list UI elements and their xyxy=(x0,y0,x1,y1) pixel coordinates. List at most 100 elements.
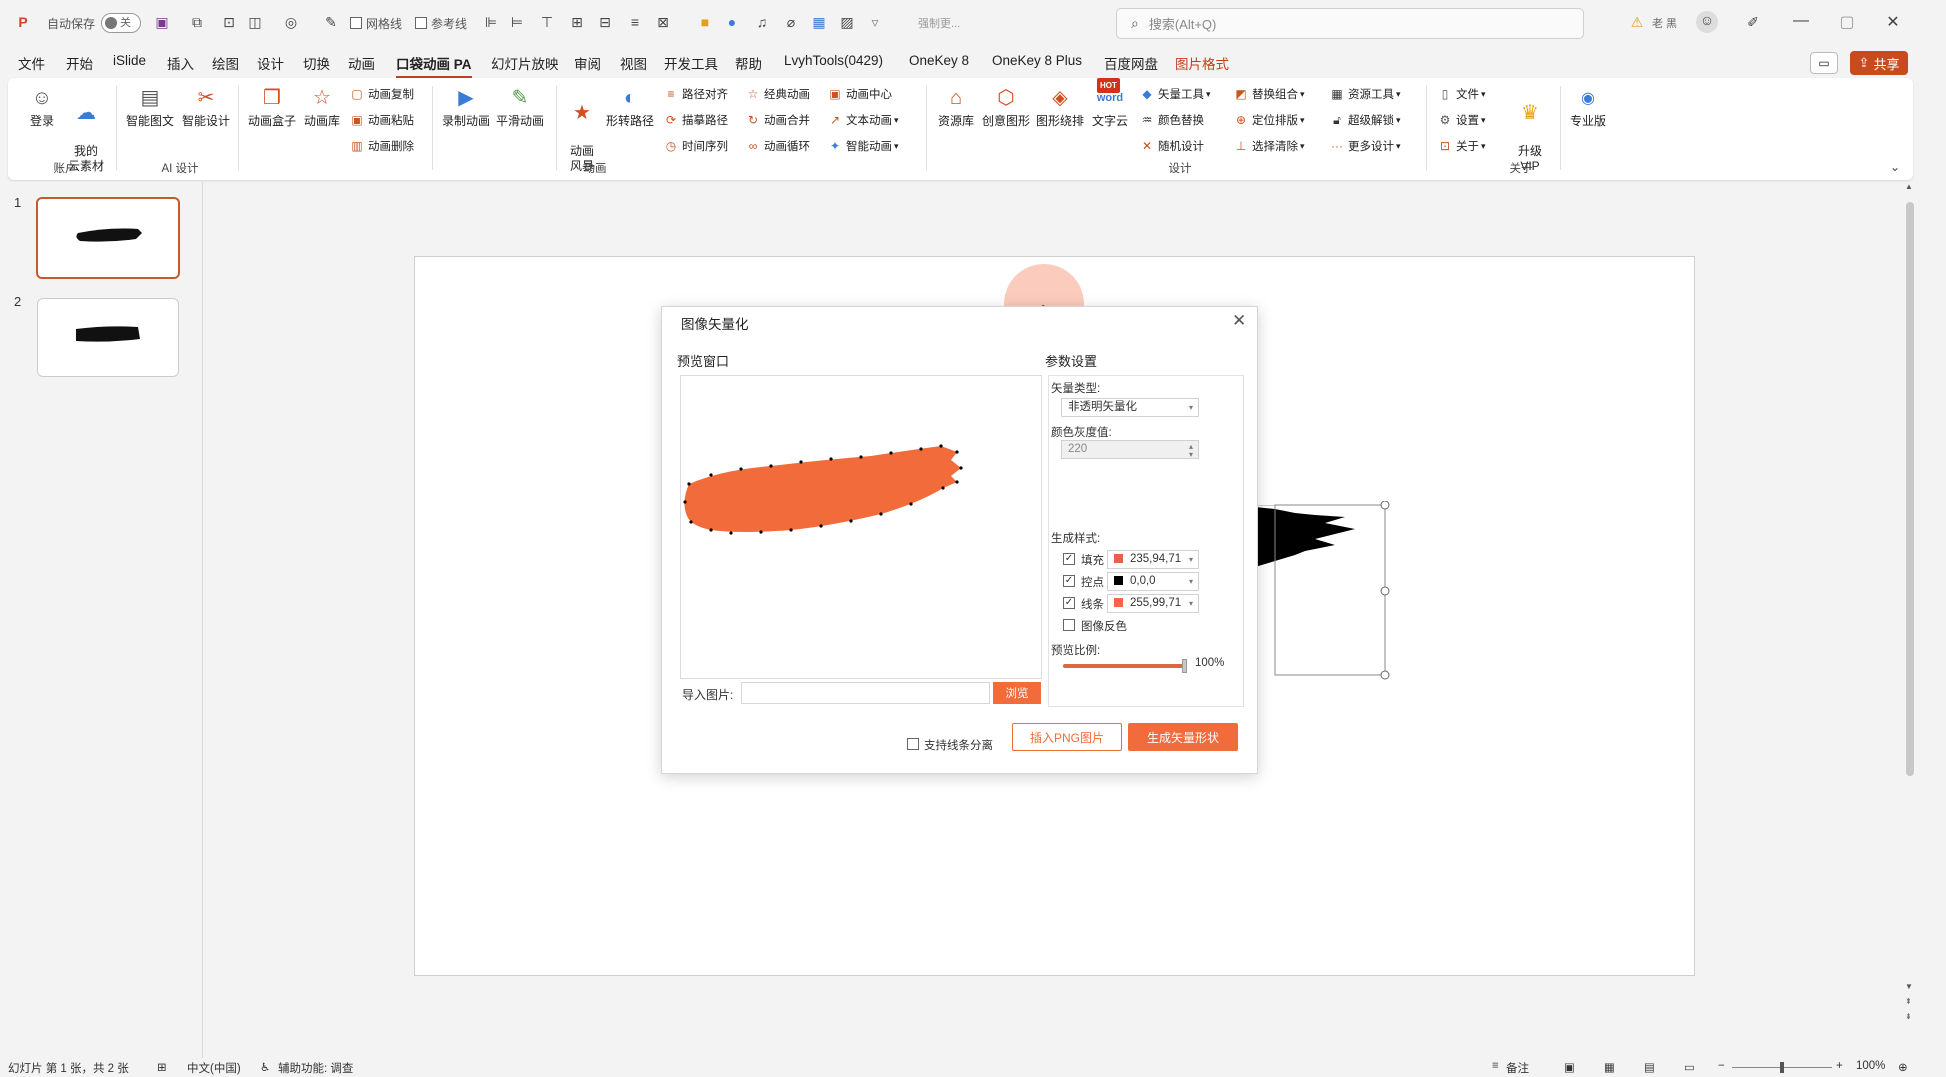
fill-checkbox[interactable]: ✓ xyxy=(1063,553,1075,565)
settings-button[interactable]: ⚙ 设置 ▾ xyxy=(1438,112,1486,128)
browse-button[interactable]: 浏览 xyxy=(993,682,1041,704)
draw-path-button[interactable]: ⟳ 描摹路径 xyxy=(664,112,728,128)
locate-layout-button[interactable]: ⊕ 定位排版 ▾ xyxy=(1234,112,1305,128)
record-anim-button[interactable]: ▶ 录制动画 xyxy=(440,84,492,129)
more-design-button[interactable]: ··· 更多设计 ▾ xyxy=(1330,138,1401,154)
pro-toggle[interactable]: ◉ 专业版 xyxy=(1566,84,1610,129)
reading-view-icon[interactable]: ▤ xyxy=(1644,1060,1655,1074)
tab-transitions[interactable]: 切换 xyxy=(303,53,330,73)
file-menu-button[interactable]: ▯ 文件 ▾ xyxy=(1438,86,1486,102)
ratio-slider[interactable] xyxy=(1063,659,1187,673)
zoom-out-icon[interactable]: − xyxy=(1718,1060,1725,1072)
anim-paste-button[interactable]: ▣ 动画粘贴 xyxy=(350,112,414,128)
random-design-button[interactable]: ✕ 随机设计 xyxy=(1140,138,1204,154)
anim-delete-button[interactable]: ▥ 动画删除 xyxy=(350,138,414,154)
globe-icon[interactable]: ● xyxy=(723,13,741,31)
anim-lib-button[interactable]: ☆ 动画库 xyxy=(300,84,344,129)
resource-tools-button[interactable]: ▦ 资源工具 ▾ xyxy=(1330,86,1400,102)
anim-copy-button[interactable]: ▢ 动画复制 xyxy=(350,86,414,102)
image-icon[interactable]: ⧉ xyxy=(188,13,206,31)
line-checkbox[interactable]: ✓ xyxy=(1063,597,1075,609)
anim-loop-button[interactable]: ∞ 动画循环 xyxy=(746,138,810,154)
accessibility-status[interactable]: 辅助功能: 调查 xyxy=(278,1060,353,1076)
tab-pocket-animation[interactable]: 口袋动画 PA xyxy=(396,53,472,79)
smart-anim-button[interactable]: ✦ 智能动画 ▾ xyxy=(828,138,899,154)
stepper-arrows-icon[interactable]: ▴ ▾ xyxy=(1189,443,1193,459)
smart-design-button[interactable]: ✂ 智能设计 xyxy=(178,84,234,129)
smooth-anim-button[interactable]: ✎ 平滑动画 xyxy=(494,84,546,129)
fill-color-select[interactable]: 235,94,71 ▾ xyxy=(1107,550,1199,569)
distribute-vertical-icon[interactable]: ≡ xyxy=(626,13,644,31)
dialog-close-icon[interactable]: ✕ xyxy=(1232,311,1246,331)
align-top-icon[interactable]: ⊤ xyxy=(538,13,556,31)
anim-box-button[interactable]: ❒ 动画盒子 xyxy=(246,84,298,129)
point-checkbox[interactable]: ✓ xyxy=(1063,575,1075,587)
select-clear-button[interactable]: ⊥ 选择清除 ▾ xyxy=(1234,138,1305,154)
fit-slide-icon[interactable]: ⊕ xyxy=(1898,1060,1908,1074)
prev-slide-icon[interactable]: ⇞ xyxy=(1905,997,1912,1006)
word-cloud-button[interactable]: HOT word 文字云 xyxy=(1088,78,1132,129)
guides-checkbox[interactable]: 参考线 xyxy=(415,12,467,34)
time-series-button[interactable]: ◷ 时间序列 xyxy=(664,138,728,154)
tab-onekey8plus[interactable]: OneKey 8 Plus xyxy=(992,53,1082,68)
tab-file[interactable]: 文件 xyxy=(18,53,45,73)
about-button[interactable]: ⊡ 关于 ▾ xyxy=(1438,138,1486,154)
tab-islide[interactable]: iSlide xyxy=(113,53,146,68)
notes-button[interactable]: 备注 xyxy=(1506,1060,1529,1076)
picture-icon[interactable]: ▨ xyxy=(838,13,856,31)
morph-path-button[interactable]: ◐ 形转路径 xyxy=(604,84,656,129)
save-icon[interactable]: ▣ xyxy=(153,13,171,31)
collapse-ribbon-icon[interactable]: ⌄ xyxy=(1890,160,1900,174)
tab-baidu-netdisk[interactable]: 百度网盘 xyxy=(1104,53,1158,73)
color-replace-button[interactable]: ♒ 颜色替换 xyxy=(1140,112,1204,128)
tab-draw[interactable]: 绘图 xyxy=(212,53,239,73)
ratio-slider-handle[interactable] xyxy=(1182,659,1187,673)
resource-lib-button[interactable]: ⌂ 资源库 xyxy=(934,84,978,129)
more-icon[interactable]: ▿ xyxy=(866,13,884,31)
crop-icon[interactable]: ⊠ xyxy=(654,13,672,31)
guides-box[interactable] xyxy=(415,17,427,29)
slideshow-icon[interactable]: ▭ xyxy=(1684,1060,1695,1074)
shape-icon[interactable]: ◫ xyxy=(246,13,264,31)
vector-tools-button[interactable]: ◆ 矢量工具 ▾ xyxy=(1140,86,1210,102)
spellcheck-icon[interactable]: ⊞ xyxy=(157,1060,167,1074)
line-color-select[interactable]: 255,99,71 ▾ xyxy=(1107,594,1199,613)
close-window-icon[interactable]: ✕ xyxy=(1882,12,1904,32)
point-color-select[interactable]: 0,0,0 ▾ xyxy=(1107,572,1199,591)
split-lines-checkbox[interactable] xyxy=(907,738,919,750)
text-anim-button[interactable]: ↗ 文本动画 ▾ xyxy=(828,112,899,128)
distribute-icon[interactable]: ⊟ xyxy=(596,13,614,31)
scroll-thumb[interactable] xyxy=(1906,202,1914,776)
vector-type-select[interactable]: 非透明矢量化 ▾ xyxy=(1061,398,1199,417)
classic-anim-button[interactable]: ☆ 经典动画 xyxy=(746,86,810,102)
anim-center-button[interactable]: ▣ 动画中心 xyxy=(828,86,892,102)
generate-vector-button[interactable]: 生成矢量形状 xyxy=(1128,723,1238,751)
autosave-toggle[interactable]: 关 xyxy=(101,13,142,33)
tab-insert[interactable]: 插入 xyxy=(167,53,194,73)
shapes-dropdown-icon[interactable]: ◎ xyxy=(282,13,300,31)
replace-combo-button[interactable]: ◩ 替换组合 ▾ xyxy=(1234,86,1304,102)
eyedropper-icon[interactable]: ⌀ xyxy=(782,13,800,31)
restore-icon[interactable]: ▢ xyxy=(1836,12,1858,32)
gridlines-box[interactable] xyxy=(350,17,362,29)
align-center-icon[interactable]: ⊨ xyxy=(508,13,526,31)
tab-slideshow[interactable]: 幻灯片放映 xyxy=(491,53,559,73)
search-box[interactable]: ⌕ 搜索(Alt+Q) xyxy=(1116,8,1584,39)
share-button[interactable]: ⇪ 共享 xyxy=(1850,51,1908,75)
creative-shape-button[interactable]: ⬡ 创意图形 xyxy=(980,84,1032,129)
minimize-icon[interactable]: — xyxy=(1790,12,1812,30)
grid-icon[interactable]: ▦ xyxy=(810,13,828,31)
next-slide-icon[interactable]: ⇟ xyxy=(1905,1012,1912,1021)
tab-onekey8[interactable]: OneKey 8 xyxy=(909,53,969,68)
autosave-control[interactable]: 自动保存 关 xyxy=(47,12,142,34)
language-status[interactable]: 中文(中国) xyxy=(187,1060,241,1076)
tab-help[interactable]: 帮助 xyxy=(735,53,762,73)
path-align-button[interactable]: ≡ 路径对齐 xyxy=(664,86,728,102)
scroll-down-icon[interactable]: ▼ xyxy=(1905,982,1913,991)
slide-sorter-icon[interactable]: ▦ xyxy=(1604,1060,1615,1074)
zoom-level[interactable]: 100% xyxy=(1856,1060,1885,1072)
zoom-slider-handle[interactable] xyxy=(1780,1062,1784,1073)
slide-thumbnail-1[interactable] xyxy=(36,197,180,279)
tab-picture-format[interactable]: 图片格式 xyxy=(1175,53,1229,73)
scroll-up-icon[interactable]: ▲ xyxy=(1905,182,1913,191)
